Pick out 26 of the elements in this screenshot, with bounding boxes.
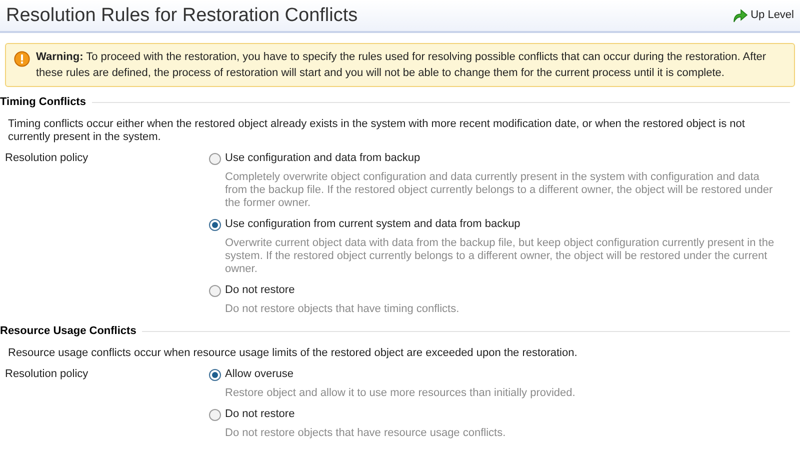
warning-icon (14, 51, 30, 67)
up-arrow-icon (732, 8, 748, 22)
option-description: Restore object and allow it to use more resources than initially provided. (224, 387, 576, 400)
section-heading: Timing Conflicts (0, 96, 86, 109)
option-label[interactable]: Use configuration from current system and data from backup (225, 218, 520, 231)
field-label: Resolution policy (4, 368, 90, 381)
section-heading: Resource Usage Conflicts (0, 325, 136, 338)
option-label[interactable]: Use configuration and data from backup (225, 152, 420, 165)
radio-button[interactable] (209, 285, 221, 297)
option-description: Overwrite current object data with data from the backup file, but keep object configuration currently present in the system. If the restored object currently belongs to a different owner, the object will be restored under the current owner. (224, 237, 776, 276)
radio-button[interactable] (209, 369, 221, 381)
option-description: Completely overwrite object configuration and data currently present in the system with configuration and data from the backup file. If the restored object currently belongs to a different owner, the object will be restored under the former owner. (224, 171, 774, 210)
option-description: Do not restore objects that have timing conflicts. (224, 303, 460, 316)
field-label: Resolution policy (4, 152, 90, 165)
radio-button[interactable] (209, 153, 221, 165)
option-description: Do not restore objects that have resource usage conflicts. (224, 427, 507, 440)
page-title: Resolution Rules for Restoration Conflicts (6, 4, 358, 26)
radio-button[interactable] (209, 409, 221, 421)
warning-message: Warning: To proceed with the restoration, you have to specify the rules used for resolving possible conflicts that can occur during the restoration. After these rules are defined, the process of restoration will start and you will not be able to change them for the current process until it is complete. (36, 50, 768, 81)
section-description: Timing conflicts occur either when the restored object already exists in the system with more recent modification date, or when the restored object is not currently present in the system. (7, 118, 746, 144)
option-label[interactable]: Do not restore (225, 284, 295, 297)
up-level-link[interactable]: Up Level (732, 8, 794, 22)
option-label[interactable]: Do not restore (225, 408, 295, 421)
section-description: Resource usage conflicts occur when resource usage limits of the restored object are exceeded upon the restoration. (7, 347, 578, 360)
option-label[interactable]: Allow overuse (225, 368, 294, 381)
radio-button[interactable] (209, 219, 221, 231)
